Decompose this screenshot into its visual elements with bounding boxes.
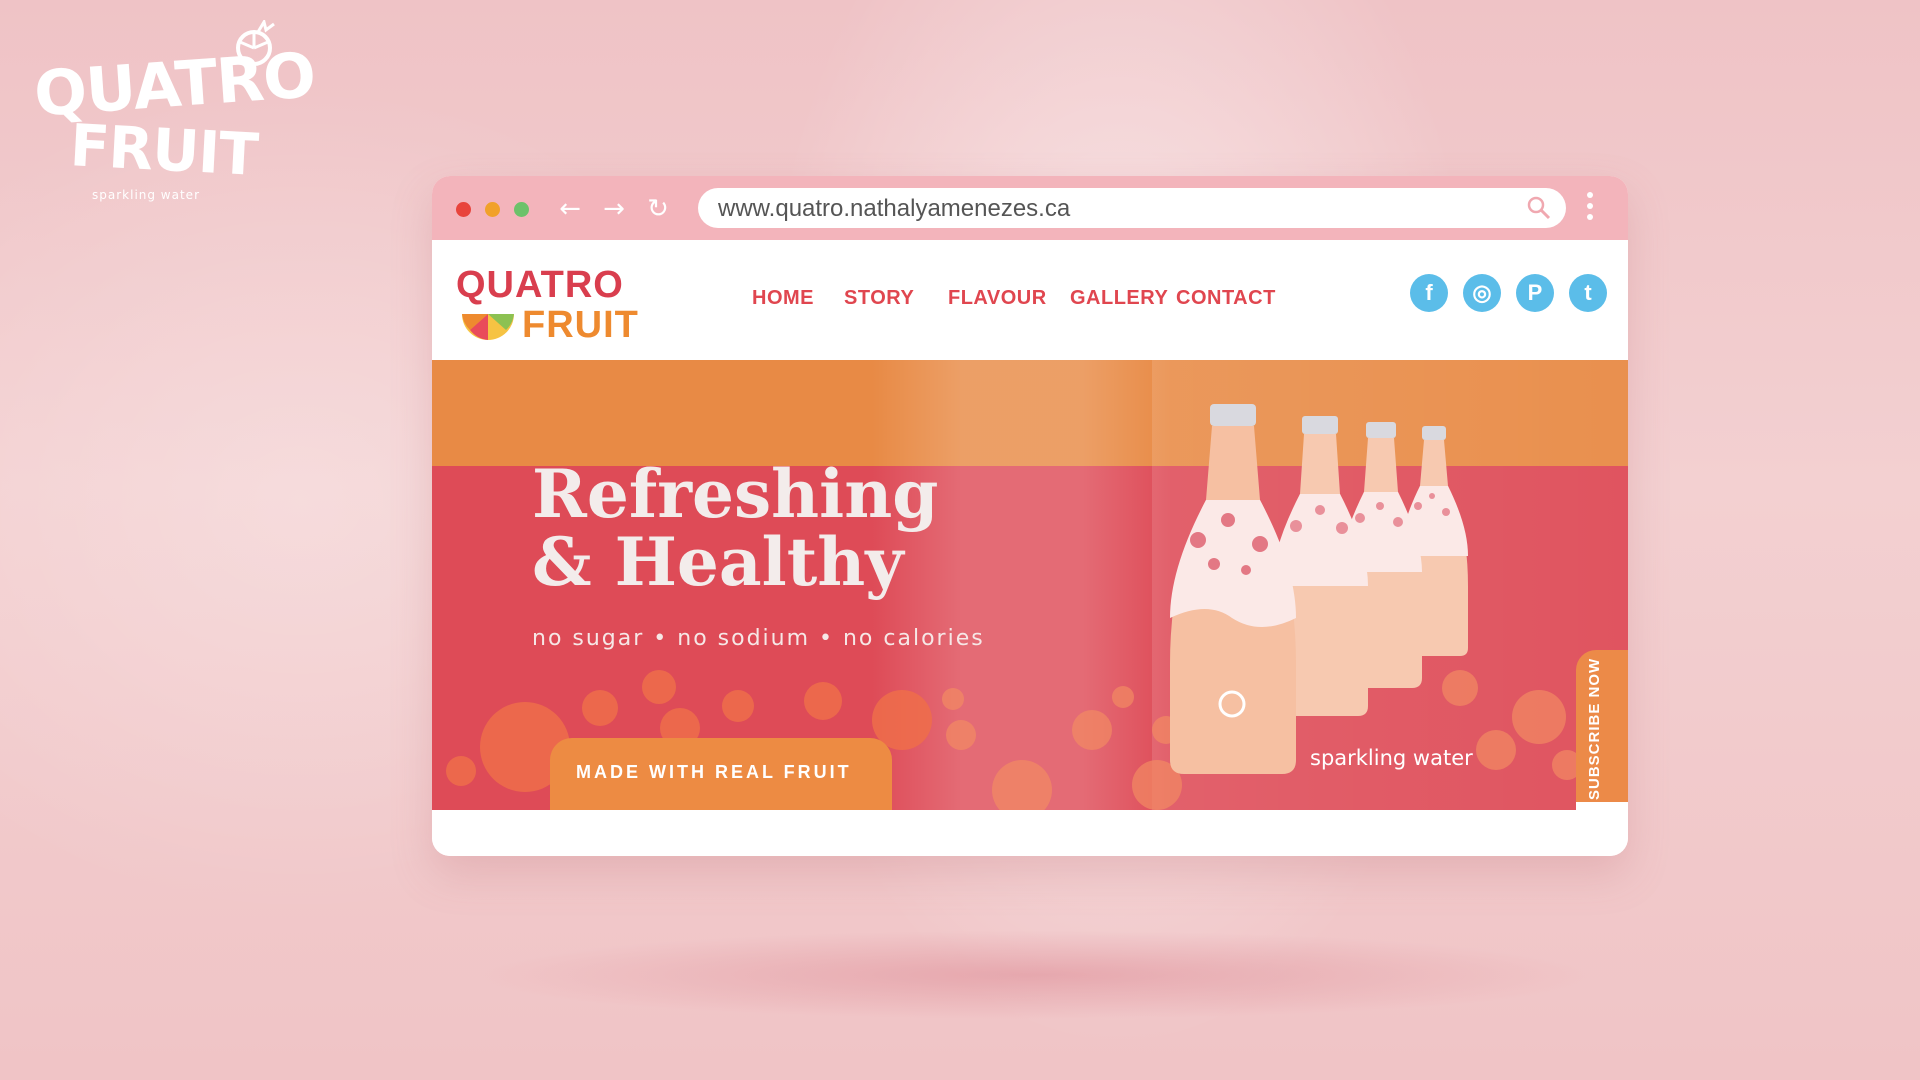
nav-flavour[interactable]: FLAVOUR — [948, 287, 1047, 310]
corner-brand-word2: FRUIT — [68, 111, 260, 189]
forward-arrow-icon[interactable]: → — [598, 193, 630, 225]
subscribe-now-tab[interactable]: SUBSCRIBE NOW — [1576, 650, 1628, 810]
kebab-menu-icon[interactable] — [1584, 188, 1596, 228]
site-logo[interactable]: QUATRO FRUIT — [456, 264, 656, 346]
nav-home[interactable]: HOME — [752, 287, 814, 310]
product-caption: sparkling water — [1310, 746, 1473, 770]
bubble — [1112, 686, 1134, 708]
corner-brand-logo: QUATRO FRUIT sparkling water — [30, 20, 317, 202]
instagram-icon[interactable]: ◎ — [1463, 274, 1501, 312]
site-header: QUATRO FRUIT HOME STORY FLAVOUR GALLERY … — [432, 240, 1628, 360]
search-icon[interactable] — [1526, 195, 1552, 221]
hero-subline: no sugar • no sodium • no calories — [532, 626, 985, 651]
nav-gallery[interactable]: GALLERY — [1070, 287, 1168, 310]
floor-shadow — [470, 930, 1600, 1020]
logo-word2: FRUIT — [522, 304, 639, 346]
logo-word1: QUATRO — [456, 264, 624, 306]
bubble — [1476, 730, 1516, 770]
bubble — [446, 756, 476, 786]
page-bottom-strip — [432, 810, 1628, 856]
bubble — [722, 690, 754, 722]
bubble — [946, 720, 976, 750]
bubble — [942, 688, 964, 710]
bubble — [1512, 690, 1566, 744]
nav-contact[interactable]: CONTACT — [1176, 287, 1276, 310]
pinterest-icon[interactable]: P — [1516, 274, 1554, 312]
headline-line2: & Healthy — [532, 523, 904, 601]
twitter-icon[interactable]: t — [1569, 274, 1607, 312]
headline-line1: Refreshing — [532, 455, 939, 533]
browser-toolbar: ← → ↻ www.quatro.nathalyamenezes.ca — [432, 176, 1628, 240]
url-text[interactable]: www.quatro.nathalyamenezes.ca — [718, 195, 1070, 223]
address-bar[interactable]: www.quatro.nathalyamenezes.ca — [698, 188, 1566, 228]
bubble — [804, 682, 842, 720]
bubble — [642, 670, 676, 704]
fruit-slice-icon — [462, 314, 514, 340]
bubble — [582, 690, 618, 726]
reload-icon[interactable]: ↻ — [642, 193, 674, 225]
corner-brand-tagline: sparkling water — [92, 188, 200, 202]
facebook-icon[interactable]: f — [1410, 274, 1448, 312]
bubble — [1442, 670, 1478, 706]
cta-label: MADE WITH REAL FRUIT — [576, 762, 852, 782]
subscribe-tab-bottom — [1576, 802, 1628, 810]
bottle-image — [1170, 404, 1296, 774]
bubble — [1072, 710, 1112, 750]
maximize-window-button[interactable] — [514, 202, 529, 217]
close-window-button[interactable] — [456, 202, 471, 217]
browser-window: ← → ↻ www.quatro.nathalyamenezes.ca QUAT… — [432, 176, 1628, 856]
back-arrow-icon[interactable]: ← — [554, 193, 586, 225]
minimize-window-button[interactable] — [485, 202, 500, 217]
hero-headline: Refreshing & Healthy — [532, 460, 938, 596]
nav-story[interactable]: STORY — [844, 287, 914, 310]
subscribe-label: SUBSCRIBE NOW — [1586, 657, 1603, 800]
made-with-real-fruit-button[interactable]: MADE WITH REAL FRUIT — [550, 738, 892, 810]
hero-banner: Refreshing & Healthy no sugar • no sodiu… — [432, 360, 1628, 810]
